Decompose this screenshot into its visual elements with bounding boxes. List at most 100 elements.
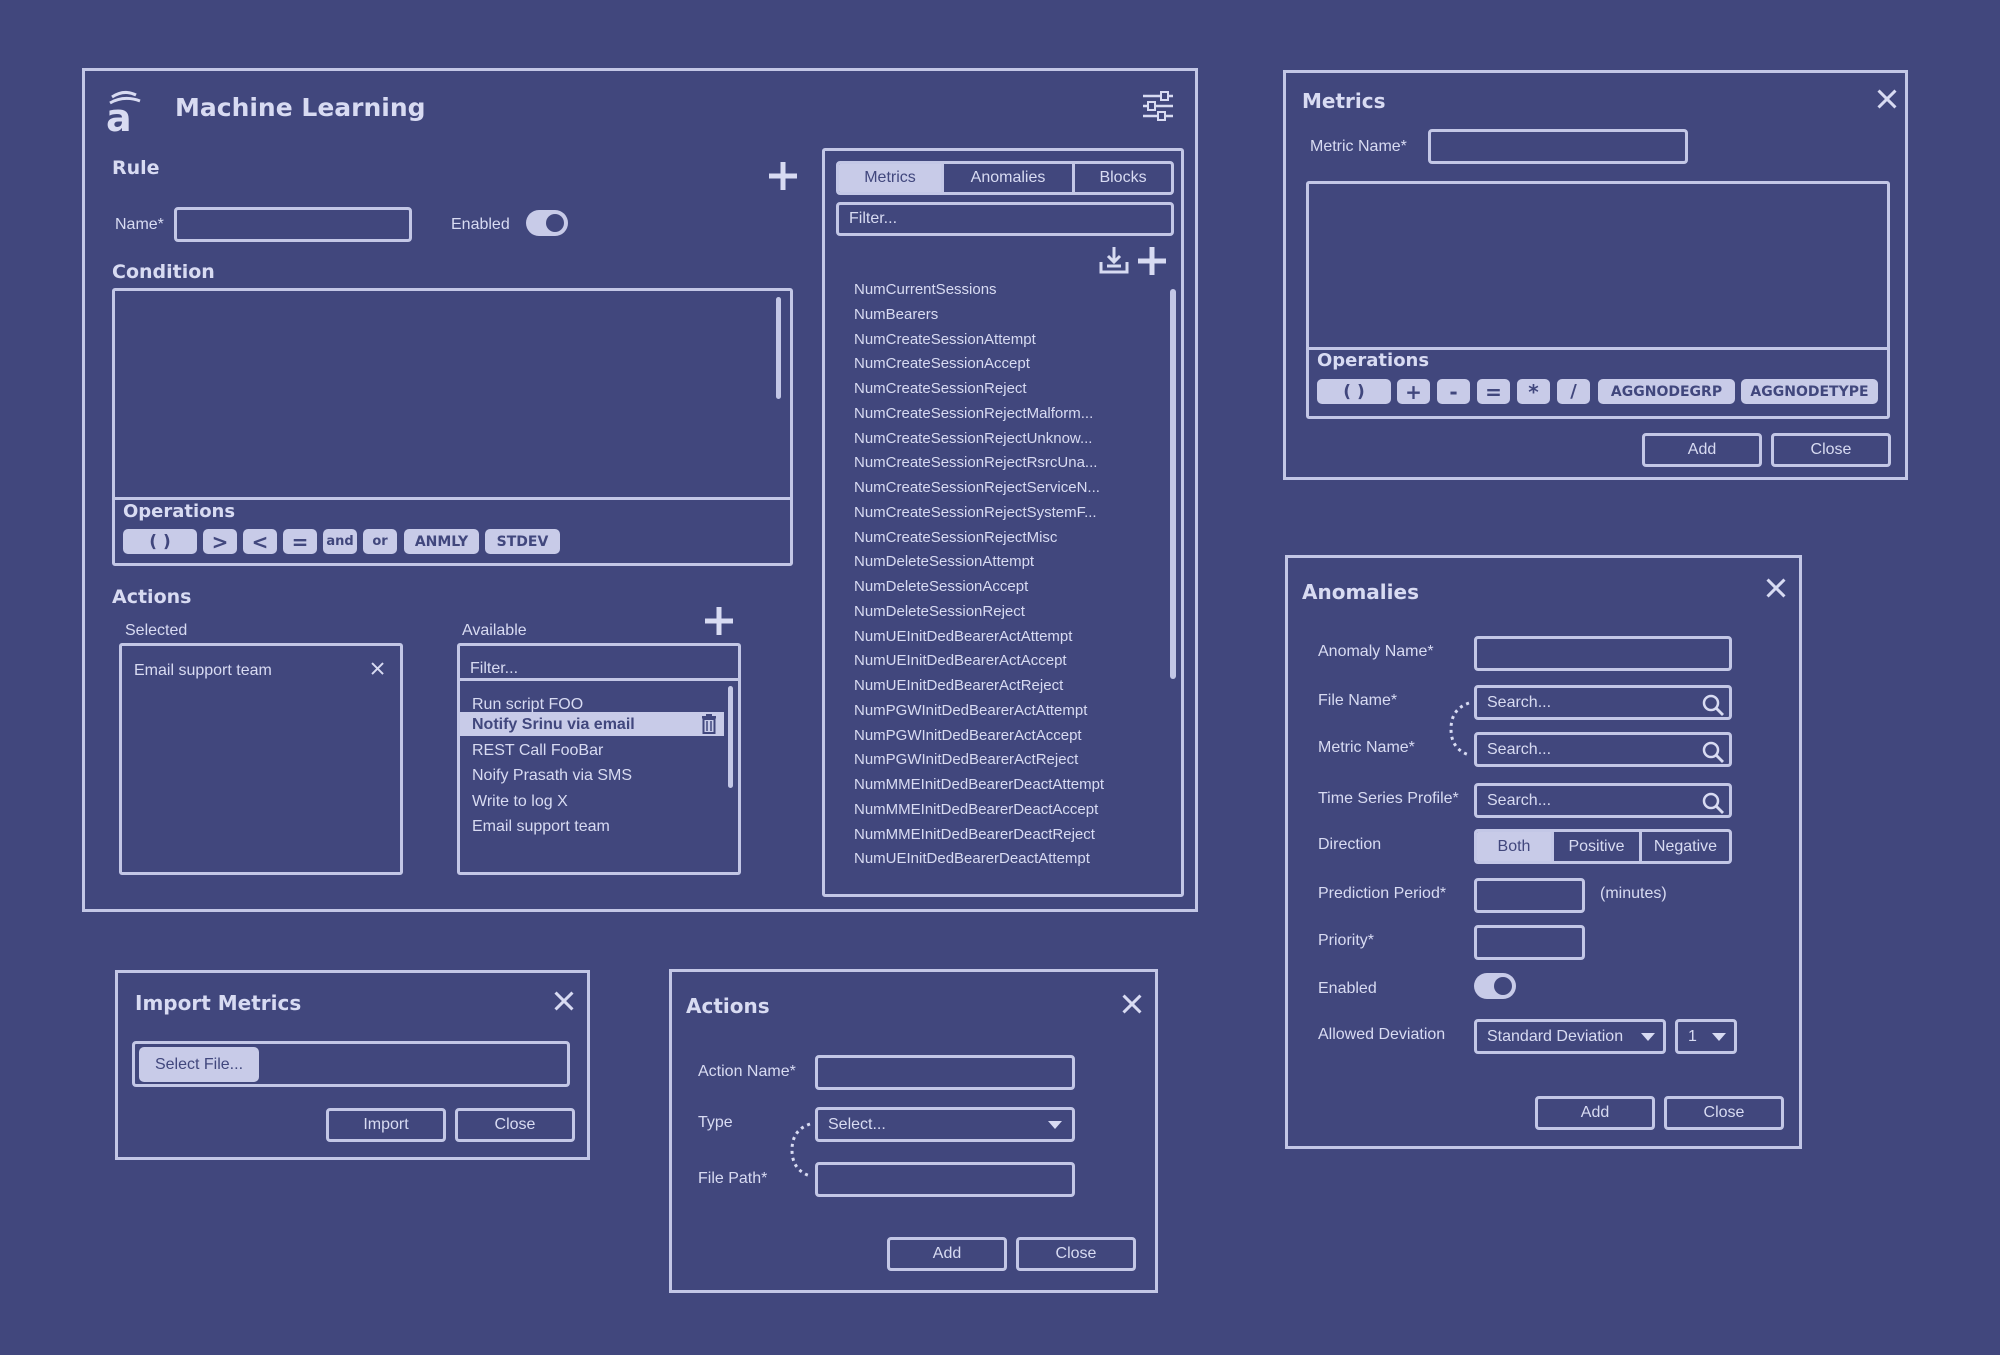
metric-list-item[interactable]: NumPGWInitDedBearerActAttempt <box>854 702 1087 719</box>
deviation-count-select[interactable]: 1 <box>1675 1019 1737 1054</box>
condition-box[interactable]: Operations ( ) > < = and or ANMLY STDEV <box>112 288 793 566</box>
op-parentheses[interactable]: ( ) <box>1317 379 1391 404</box>
import-icon[interactable] <box>1098 246 1130 276</box>
available-item-notify-srinu[interactable]: Notify Srinu via email <box>472 716 635 734</box>
type-select[interactable]: Select... <box>815 1107 1075 1142</box>
anomalies-add-button[interactable]: Add <box>1535 1096 1655 1130</box>
metric-list-item[interactable]: NumUEInitDedBearerActAccept <box>854 652 1067 669</box>
op-parentheses[interactable]: ( ) <box>123 529 197 554</box>
direction-negative[interactable]: Negative <box>1639 832 1729 861</box>
close-icon[interactable] <box>1766 578 1786 598</box>
metric-list-item[interactable]: NumCurrentSessions <box>854 281 997 298</box>
actions-close-button[interactable]: Close <box>1016 1237 1136 1271</box>
add-metric-plus-icon[interactable] <box>1138 247 1166 275</box>
priority-input[interactable] <box>1474 925 1585 960</box>
close-icon[interactable] <box>1877 89 1897 109</box>
metric-list-item[interactable]: NumCreateSessionRejectUnknow... <box>854 430 1092 447</box>
metric-list-item[interactable]: NumCreateSessionRejectMalform... <box>854 405 1093 422</box>
metric-list-item[interactable]: NumPGWInitDedBearerActAccept <box>854 727 1082 744</box>
add-rule-plus-icon[interactable] <box>769 162 797 190</box>
metric-list-item[interactable]: NumCreateSessionRejectRsrcUna... <box>854 454 1097 471</box>
metric-list-item[interactable]: NumUEInitDedBearerDeactAttempt <box>854 850 1090 867</box>
import-file-field[interactable]: Select File... <box>132 1041 570 1087</box>
metrics-list-scrollbar[interactable] <box>1170 289 1176 679</box>
search-icon[interactable] <box>1702 741 1724 763</box>
op-stdev[interactable]: STDEV <box>485 529 560 554</box>
metric-expression-box[interactable]: Operations ( ) + - = * / AGGNODEGRP AGGN… <box>1306 181 1890 419</box>
op-or[interactable]: or <box>363 529 397 554</box>
close-icon[interactable] <box>554 991 574 1011</box>
selected-action-item[interactable]: Email support team <box>134 662 272 680</box>
op-plus[interactable]: + <box>1397 379 1430 404</box>
metrics-add-button[interactable]: Add <box>1642 433 1762 467</box>
metric-list-item[interactable]: NumBearers <box>854 306 938 323</box>
available-actions-list[interactable]: Filter... Run script FOO Notify Srinu vi… <box>457 643 741 875</box>
metric-list-item[interactable]: NumUEInitDedBearerActAttempt <box>854 628 1072 645</box>
search-icon[interactable] <box>1702 694 1724 716</box>
metric-list-item[interactable]: NumMMEInitDedBearerDeactAccept <box>854 801 1098 818</box>
op-and[interactable]: and <box>323 529 357 554</box>
deviation-type-select[interactable]: Standard Deviation <box>1474 1019 1666 1054</box>
available-item-write-log[interactable]: Write to log X <box>472 793 568 811</box>
op-aggnodetype[interactable]: AGGNODETYPE <box>1741 379 1878 404</box>
metrics-filter-input[interactable]: Filter... <box>836 202 1174 236</box>
metric-list-item[interactable]: NumPGWInitDedBearerActReject <box>854 751 1078 768</box>
actions-add-button[interactable]: Add <box>887 1237 1007 1271</box>
file-name-search[interactable]: Search... <box>1474 685 1732 720</box>
op-minus[interactable]: - <box>1437 379 1470 404</box>
op-divide[interactable]: / <box>1557 379 1590 404</box>
direction-positive[interactable]: Positive <box>1551 832 1639 861</box>
op-greater-than[interactable]: > <box>203 529 237 554</box>
condition-scrollbar[interactable] <box>776 297 781 399</box>
metric-list-item[interactable]: NumCreateSessionRejectServiceN... <box>854 479 1100 496</box>
metric-list-item[interactable]: NumDeleteSessionAttempt <box>854 553 1034 570</box>
metric-list-item[interactable]: NumCreateSessionRejectMisc <box>854 529 1057 546</box>
op-anmly[interactable]: ANMLY <box>404 529 479 554</box>
selected-actions-list[interactable]: Email support team <box>119 643 403 875</box>
available-scrollbar[interactable] <box>728 686 733 788</box>
available-item-email[interactable]: Email support team <box>472 818 610 836</box>
available-item-sms[interactable]: Noify Prasath via SMS <box>472 767 632 785</box>
op-aggnodegrp[interactable]: AGGNODEGRP <box>1598 379 1735 404</box>
op-equals[interactable]: = <box>1477 379 1510 404</box>
metric-list-item[interactable]: NumCreateSessionRejectSystemF... <box>854 504 1097 521</box>
prediction-period-input[interactable] <box>1474 878 1585 913</box>
settings-sliders-icon[interactable] <box>1142 91 1174 121</box>
metric-list-item[interactable]: NumMMEInitDedBearerDeactAttempt <box>854 776 1104 793</box>
metric-name-search[interactable]: Search... <box>1474 732 1732 767</box>
anomalies-close-button[interactable]: Close <box>1664 1096 1784 1130</box>
available-item-rest-call[interactable]: REST Call FooBar <box>472 742 603 760</box>
anomaly-enabled-toggle[interactable] <box>1474 973 1516 999</box>
rule-name-input[interactable] <box>174 207 412 242</box>
metrics-close-button[interactable]: Close <box>1771 433 1891 467</box>
metric-list-item[interactable]: NumCreateSessionReject <box>854 380 1027 397</box>
search-icon[interactable] <box>1702 792 1724 814</box>
metric-list-item[interactable]: NumMMEInitDedBearerDeactReject <box>854 826 1095 843</box>
op-equals[interactable]: = <box>283 529 317 554</box>
time-series-profile-search[interactable]: Search... <box>1474 783 1732 818</box>
tab-anomalies[interactable]: Anomalies <box>941 164 1072 192</box>
add-action-plus-icon[interactable] <box>705 607 733 635</box>
metric-list-item[interactable]: NumCreateSessionAttempt <box>854 331 1036 348</box>
import-close-button[interactable]: Close <box>455 1108 575 1142</box>
close-icon[interactable] <box>1122 994 1142 1014</box>
metric-list-item[interactable]: NumUEInitDedBearerActReject <box>854 677 1063 694</box>
tab-metrics[interactable]: Metrics <box>839 164 941 192</box>
anomaly-name-input[interactable] <box>1474 636 1732 671</box>
enabled-toggle[interactable] <box>526 210 568 236</box>
remove-selected-close-icon[interactable] <box>373 664 382 673</box>
metric-list-item[interactable]: NumCreateSessionAccept <box>854 355 1030 372</box>
op-less-than[interactable]: < <box>243 529 277 554</box>
select-file-button[interactable]: Select File... <box>139 1047 259 1082</box>
tab-blocks[interactable]: Blocks <box>1072 164 1171 192</box>
metric-name-input[interactable] <box>1428 129 1688 164</box>
metric-list-item[interactable]: NumDeleteSessionAccept <box>854 578 1028 595</box>
trash-icon[interactable] <box>700 714 718 734</box>
import-button[interactable]: Import <box>326 1108 446 1142</box>
file-path-input[interactable] <box>815 1162 1075 1197</box>
op-multiply[interactable]: * <box>1517 379 1550 404</box>
metric-list-item[interactable]: NumDeleteSessionReject <box>854 603 1025 620</box>
action-name-input[interactable] <box>815 1055 1075 1090</box>
direction-both[interactable]: Both <box>1477 832 1551 861</box>
available-filter-text[interactable]: Filter... <box>470 660 518 678</box>
